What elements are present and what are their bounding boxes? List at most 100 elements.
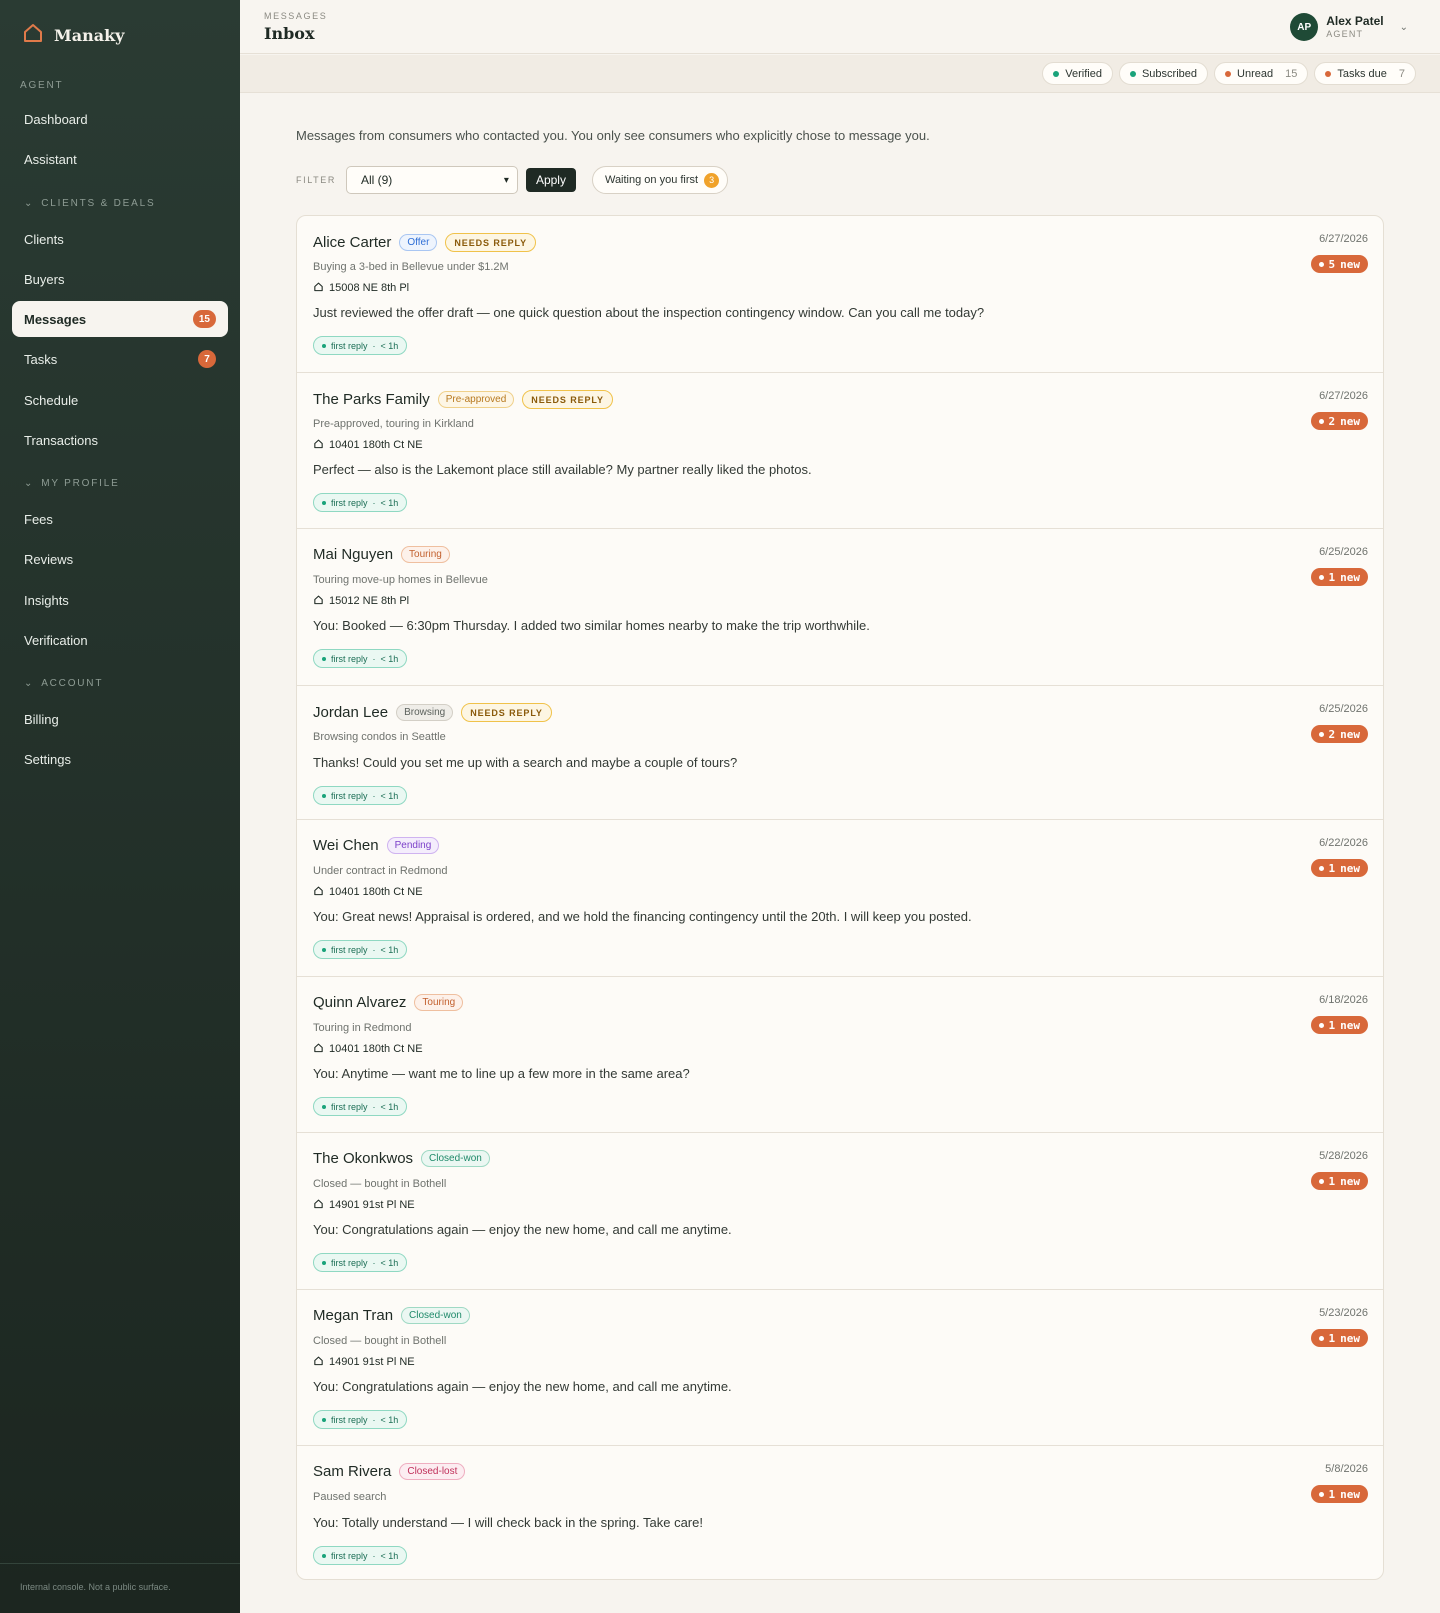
sidebar-item-schedule[interactable]: Schedule [12, 382, 228, 418]
contact-name: Mai Nguyen [313, 546, 394, 563]
needs-reply-badge: NEEDS REPLY [445, 233, 536, 252]
thread-row[interactable]: Sam Rivera Closed-lost Paused search You: T… [297, 1446, 1383, 1579]
first-reply-badge: first reply · < 1h [313, 336, 408, 355]
thread-header: Quinn Alvarez Touring [313, 994, 464, 1011]
waiting-on-you-toggle[interactable]: Waiting on you first 3 [591, 166, 729, 194]
sidebar-item-tasks[interactable]: Tasks 7 [12, 341, 228, 377]
sidebar-item-label: Schedule [24, 392, 79, 408]
thread-header: Megan Tran Closed-won [313, 1307, 470, 1324]
thread-summary: Buying a 3-bed in Bellevue under $1.2M [313, 261, 509, 273]
thread-summary: Touring in Redmond [313, 1022, 412, 1034]
sidebar-item-transactions[interactable]: Transactions [12, 422, 228, 458]
first-reply-badge: first reply · < 1h [313, 1410, 408, 1429]
thread-row[interactable]: The Okonkwos Closed-won Closed — bought in… [297, 1133, 1383, 1290]
unread-dot-icon [1318, 865, 1324, 871]
nav-section-clients-deals[interactable]: ⌄ CLIENTS & DEALS [24, 198, 155, 209]
property-address: 10401 180th Ct NE [313, 1042, 423, 1056]
property-address: 14901 91st Pl NE [313, 1355, 415, 1369]
sidebar-footer: Internal console. Not a public surface. [20, 1582, 171, 1592]
thread-header: The Okonkwos Closed-won [313, 1150, 490, 1167]
sidebar-item-verification[interactable]: Verification [12, 622, 228, 658]
new-messages-badge: 1 new [1310, 859, 1368, 877]
message-preview: You: Anytime — want me to line up a few … [313, 1066, 690, 1081]
contact-name: The Parks Family [313, 391, 430, 408]
status-dot-icon [322, 656, 326, 661]
nav-section-account[interactable]: ⌄ ACCOUNT [24, 678, 103, 689]
brand-name: Manaky [54, 25, 125, 45]
thread-row[interactable]: Megan Tran Closed-won Closed — bought in B… [297, 1290, 1383, 1446]
stage-tag: Offer [399, 234, 438, 251]
thread-date: 5/8/2026 [1325, 1463, 1368, 1475]
status-pill-tasks-due[interactable]: Tasks due 7 [1314, 62, 1416, 85]
new-messages-badge: 5 new [1310, 255, 1368, 273]
property-address: 14901 91st Pl NE [313, 1198, 415, 1212]
chevron-down-icon: ⌄ [24, 478, 35, 489]
sidebar-item-label: Tasks [24, 351, 58, 367]
page-title: Inbox [264, 24, 315, 43]
sidebar-item-label: Fees [24, 511, 53, 527]
nav-section-my-profile[interactable]: ⌄ MY PROFILE [24, 478, 120, 489]
sidebar-item-label: Settings [24, 751, 71, 767]
new-messages-badge: 2 new [1310, 412, 1368, 430]
property-address: 10401 180th Ct NE [313, 438, 423, 452]
new-messages-badge: 1 new [1310, 1016, 1368, 1034]
sidebar-item-clients[interactable]: Clients [12, 221, 228, 257]
breadcrumb: MESSAGES [264, 11, 328, 21]
stage-tag: Closed-won [401, 1307, 470, 1324]
thread-date: 6/25/2026 [1319, 703, 1368, 715]
thread-row[interactable]: Alice Carter Offer NEEDS REPLY Buying a 3-b… [297, 216, 1383, 373]
status-dot-icon [1225, 70, 1232, 77]
sidebar-item-fees[interactable]: Fees [12, 501, 228, 537]
thread-row[interactable]: Mai Nguyen Touring Touring move-up homes i… [297, 529, 1383, 686]
sidebar-item-label: Buyers [24, 271, 65, 287]
sidebar-item-billing[interactable]: Billing [12, 701, 228, 737]
stage-tag: Closed-won [421, 1150, 490, 1167]
first-reply-badge: first reply · < 1h [313, 649, 408, 668]
status-dot-icon [322, 947, 326, 952]
user-menu[interactable]: AP Alex Patel AGENT ⌄ [1290, 13, 1408, 41]
sidebar-item-label: Insights [24, 592, 69, 608]
thread-header: Wei Chen Pending [313, 837, 440, 854]
stage-tag: Pending [386, 837, 440, 854]
thread-header: Sam Rivera Closed-lost [313, 1463, 466, 1480]
status-dot-icon [322, 1417, 326, 1422]
filter-select[interactable]: All (9) ▾ [345, 166, 518, 194]
thread-row[interactable]: Wei Chen Pending Under contract in Redmond… [297, 820, 1383, 977]
message-preview: You: Congratulations again — enjoy the n… [313, 1379, 732, 1394]
contact-name: The Okonkwos [313, 1150, 414, 1167]
sidebar-item-insights[interactable]: Insights [12, 582, 228, 618]
thread-date: 6/18/2026 [1319, 994, 1368, 1006]
new-messages-badge: 1 new [1310, 568, 1368, 586]
thread-date: 5/28/2026 [1319, 1150, 1368, 1162]
apply-button[interactable]: Apply [525, 168, 576, 192]
unread-dot-icon [1318, 261, 1324, 267]
filter-label: FILTER [296, 175, 336, 185]
stage-tag: Browsing [396, 704, 454, 721]
unread-dot-icon [1318, 1335, 1324, 1341]
thread-summary: Paused search [313, 1491, 387, 1503]
first-reply-badge: first reply · < 1h [313, 786, 408, 805]
sidebar-item-reviews[interactable]: Reviews [12, 541, 228, 577]
thread-row[interactable]: Jordan Lee Browsing NEEDS REPLY Browsing co… [297, 686, 1383, 820]
sidebar: Manaky AGENT Dashboard Assistant ⌄ CLIENT… [0, 0, 240, 1613]
sidebar-item-label: Verification [24, 632, 88, 648]
thread-date: 6/27/2026 [1319, 390, 1368, 402]
sidebar-item-settings[interactable]: Settings [12, 741, 228, 777]
sidebar-item-dashboard[interactable]: Dashboard [12, 101, 228, 137]
thread-summary: Closed — bought in Bothell [313, 1335, 447, 1347]
brand[interactable]: Manaky [22, 22, 124, 48]
stage-tag: Touring [401, 546, 450, 563]
sidebar-item-assistant[interactable]: Assistant [12, 141, 228, 177]
sidebar-item-messages[interactable]: Messages 15 [12, 301, 228, 337]
house-icon [313, 281, 324, 295]
thread-row[interactable]: The Parks Family Pre-approved NEEDS REPLY P… [297, 373, 1383, 529]
sidebar-item-buyers[interactable]: Buyers [12, 261, 228, 297]
contact-name: Wei Chen [313, 837, 379, 854]
unread-dot-icon [1318, 731, 1324, 737]
status-dot-icon [322, 343, 326, 348]
user-name: Alex Patel [1326, 14, 1384, 28]
status-pill-unread[interactable]: Unread 15 [1214, 62, 1309, 85]
first-reply-badge: first reply · < 1h [313, 1253, 408, 1272]
thread-row[interactable]: Quinn Alvarez Touring Touring in Redmond 10… [297, 977, 1383, 1133]
user-role: AGENT [1326, 29, 1364, 39]
